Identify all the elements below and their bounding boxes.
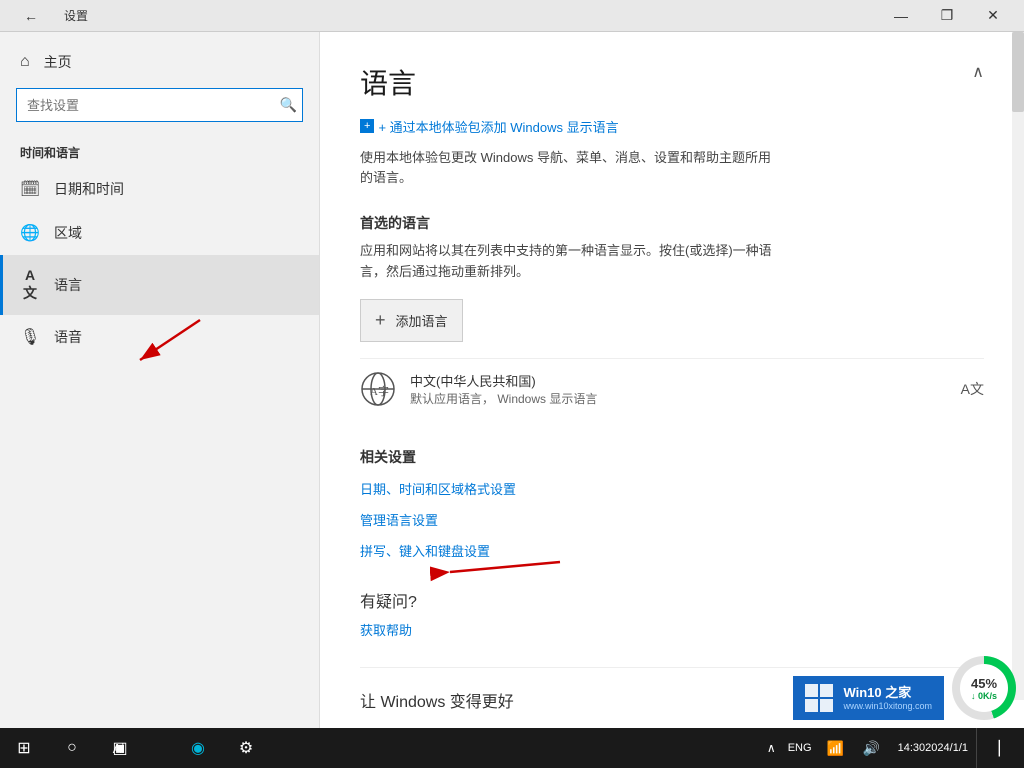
taskbar-left: ⊞ ○ ▣ Ai ◉ ⚙: [0, 728, 270, 768]
page-title: 语言: [360, 62, 416, 102]
search-icon[interactable]: 🔍: [280, 97, 297, 114]
language-name: 中文(中华人民共和国): [410, 371, 947, 390]
related-link-manage[interactable]: 管理语言设置: [360, 510, 984, 529]
network-icon[interactable]: 📶: [818, 728, 854, 768]
logo-square-tl: [805, 684, 818, 697]
plus-icon: +: [375, 310, 386, 331]
sidebar-item-region-label: 区域: [54, 223, 82, 243]
preferred-lang-title: 首选的语言: [360, 213, 984, 233]
content-area: 语言 ∧ + + 通过本地体验包添加 Windows 显示语言 使用本地体验包更…: [320, 32, 1024, 732]
language-list-item: A字 中文(中华人民共和国) 默认应用语言， Windows 显示语言 A文: [360, 358, 984, 419]
related-link-datetime[interactable]: 日期、时间和区域格式设置: [360, 479, 984, 498]
get-help-link[interactable]: 获取帮助: [360, 620, 984, 639]
volume-icon[interactable]: 🔊: [854, 728, 890, 768]
watermark-url: www.win10xitong.com: [843, 701, 932, 711]
minimize-button[interactable]: —: [878, 0, 924, 32]
show-desktop-button[interactable]: ▕: [976, 728, 1012, 768]
system-tray-chevron[interactable]: ∧: [761, 741, 782, 755]
microphone-icon: 🎙: [20, 327, 40, 347]
ai-text-label: Ai: [95, 728, 142, 768]
scrollbar-thumb[interactable]: [1012, 32, 1024, 112]
sidebar-item-speech-label: 语音: [54, 327, 82, 347]
title-bar: ← 设置 — ❐ ✕: [0, 0, 1024, 32]
title-bar-left: ← 设置: [8, 0, 88, 32]
home-label: 主页: [44, 52, 72, 72]
logo-square-br: [820, 699, 833, 712]
watermark-title: Win10 之家: [843, 685, 932, 702]
close-button[interactable]: ✕: [970, 0, 1016, 32]
calendar-icon: 🗓: [20, 179, 40, 199]
watermark-text-block: Win10 之家 www.win10xitong.com: [843, 685, 932, 712]
search-input[interactable]: [16, 88, 303, 122]
section-label: 时间和语言: [0, 138, 319, 167]
sidebar-item-datetime-label: 日期和时间: [54, 179, 124, 199]
sidebar-item-datetime[interactable]: 🗓 日期和时间: [0, 167, 319, 211]
sidebar: ⌂ 主页 🔍 时间和语言 🗓 日期和时间 🌐 区域 A文 语言 🎙 语音: [0, 32, 320, 732]
taskbar-right: ∧ ENG 📶 🔊 14:30 2024/1/1 ▕: [761, 728, 1024, 768]
sidebar-home-item[interactable]: ⌂ 主页: [0, 42, 319, 82]
sidebar-item-region[interactable]: 🌐 区域: [0, 211, 319, 255]
search-button[interactable]: ○: [48, 728, 96, 768]
svg-text:A字: A字: [370, 384, 389, 398]
related-settings-section: 相关设置 日期、时间和区域格式设置 管理语言设置 拼写、键入和键盘设置: [360, 447, 984, 560]
keyboard-icon[interactable]: ENG: [782, 728, 818, 768]
language-badge-icon: A文: [961, 379, 984, 399]
preferred-desc: 应用和网站将以其在列表中支持的第一种语言显示。按住(或选择)一种语言，然后通过拖…: [360, 241, 984, 283]
watermark: Win10 之家 www.win10xitong.com: [793, 676, 944, 720]
speed-widget: 45% ↓ 0K/s: [952, 656, 1016, 720]
window-title: 设置: [64, 7, 88, 24]
add-display-lang-link[interactable]: + + 通过本地体验包添加 Windows 显示语言: [360, 117, 619, 136]
search-box: 🔍: [16, 88, 303, 122]
sidebar-item-language[interactable]: A文 语言: [0, 255, 319, 315]
window-controls: — ❐ ✕: [878, 0, 1016, 32]
collapse-button[interactable]: ∧: [972, 62, 984, 82]
logo-square-bl: [805, 699, 818, 712]
speed-inner: 45% ↓ 0K/s: [960, 664, 1008, 712]
language-icon: A文: [20, 267, 40, 303]
back-button[interactable]: ←: [8, 0, 54, 32]
add-language-button[interactable]: + 添加语言: [360, 299, 463, 342]
browser-button[interactable]: ◉: [174, 728, 222, 768]
speed-percent: 45%: [971, 676, 997, 691]
related-settings-title: 相关设置: [360, 447, 984, 467]
language-info: 中文(中华人民共和国) 默认应用语言， Windows 显示语言: [410, 371, 947, 407]
main-container: ⌂ 主页 🔍 时间和语言 🗓 日期和时间 🌐 区域 A文 语言 🎙 语音 语言 …: [0, 32, 1024, 732]
add-display-lang-text: + 通过本地体验包添加 Windows 显示语言: [378, 117, 618, 136]
home-icon: ⌂: [20, 53, 30, 71]
clock-date: 2024/1/1: [925, 741, 968, 755]
language-subtitle: 默认应用语言， Windows 显示语言: [410, 390, 947, 407]
globe-icon: 🌐: [20, 223, 40, 243]
settings-button[interactable]: ⚙: [222, 728, 270, 768]
start-button[interactable]: ⊞: [0, 728, 48, 768]
help-title: 有疑问?: [360, 588, 984, 612]
speed-value: ↓ 0K/s: [971, 691, 997, 701]
clock[interactable]: 14:30 2024/1/1: [890, 728, 976, 768]
sidebar-item-language-label: 语言: [54, 275, 82, 295]
windows-logo-icon: [805, 684, 833, 712]
help-section: 有疑问? 获取帮助: [360, 588, 984, 639]
taskbar: ⊞ ○ ▣ Ai ◉ ⚙ ∧ ENG 📶 🔊 14:30 2024/1/1 ▕: [0, 728, 1024, 768]
logo-square-tr: [820, 684, 833, 697]
language-globe-icon: A字: [360, 371, 396, 407]
description-text: 使用本地体验包更改 Windows 导航、菜单、消息、设置和帮助主题所用的语言。: [360, 148, 960, 190]
sidebar-item-speech[interactable]: 🎙 语音: [0, 315, 319, 359]
clock-time: 14:30: [898, 741, 926, 755]
add-language-label: 添加语言: [396, 311, 448, 330]
related-link-keyboard[interactable]: 拼写、键入和键盘设置: [360, 541, 984, 560]
plus-badge: +: [360, 119, 374, 133]
scrollbar[interactable]: [1012, 32, 1024, 700]
maximize-button[interactable]: ❐: [924, 0, 970, 32]
